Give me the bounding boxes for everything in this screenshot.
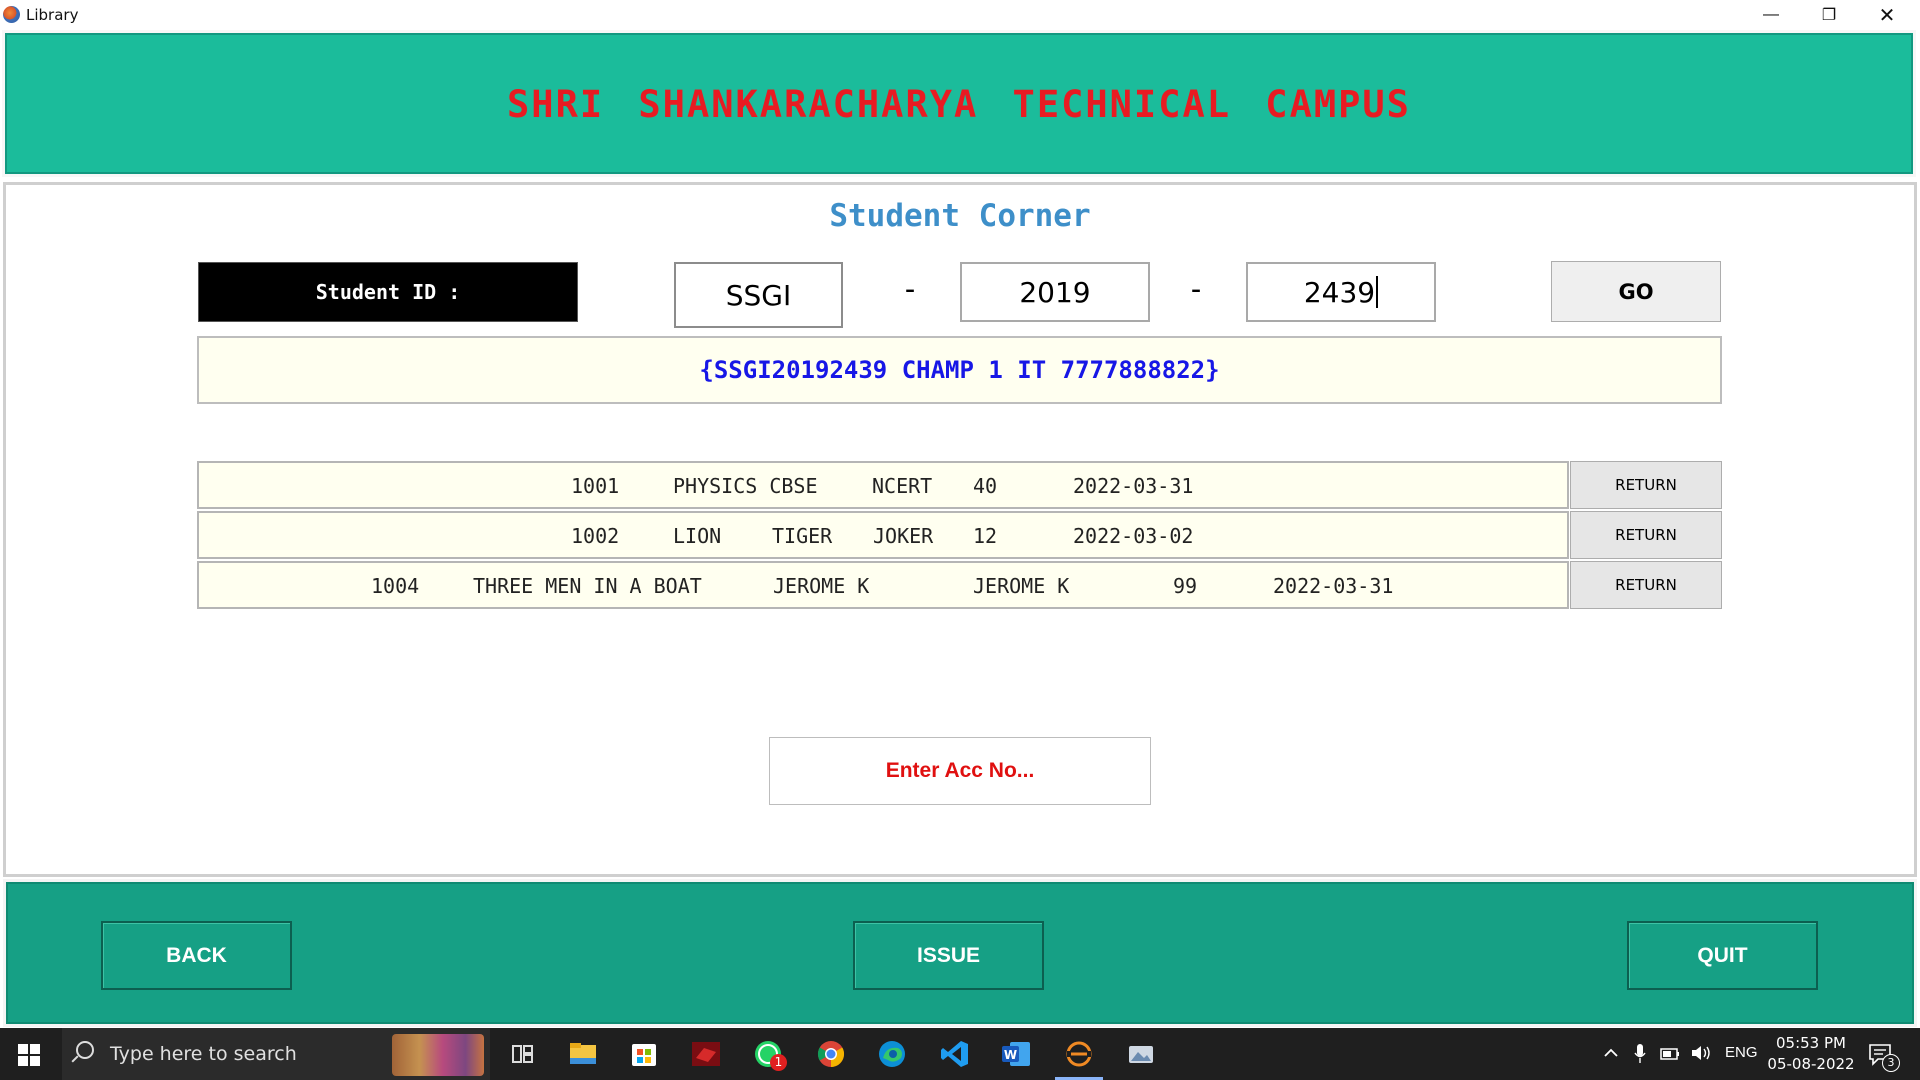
return-button[interactable]: RETURN [1570,461,1722,509]
windows-start-icon[interactable] [18,1044,40,1066]
search-icon [76,1041,94,1059]
book-publisher: JEROME K [973,574,1070,598]
book-title: LION [673,524,722,548]
file-explorer-icon[interactable] [567,1038,599,1070]
issue-button[interactable]: ISSUE [853,921,1044,990]
issued-book-row: 1002 LION TIGER JOKER 12 2022-03-02 [197,511,1569,559]
student-id-label: Student ID : [198,262,578,322]
id-prefix-field[interactable]: SSGI [674,262,843,328]
microphone-icon[interactable] [1632,1042,1648,1070]
return-button[interactable]: RETURN [1570,561,1722,609]
close-button[interactable]: ✕ [1858,0,1916,30]
taskbar-clock[interactable]: 05:53 PM 05-08-2022 [1762,1033,1860,1075]
campus-title: SHRI SHANKARACHARYA TECHNICAL CAMPUS [507,83,1411,126]
volume-icon[interactable] [1689,1042,1713,1068]
issued-book-row: 1001 PHYSICS CBSE NCERT 40 2022-03-31 [197,461,1569,509]
issued-book-row: 1004 THREE MEN IN A BOAT JEROME K JEROME… [197,561,1569,609]
clock-time: 05:53 PM [1776,1034,1846,1052]
svg-text:W: W [1004,1048,1017,1062]
id-separator: - [901,272,920,307]
vscode-icon[interactable] [939,1038,971,1070]
chevron-up-icon[interactable] [1602,1042,1620,1068]
search-placeholder: Type here to search [110,1043,297,1065]
go-button[interactable]: GO [1551,261,1721,322]
whatsapp-badge: 1 [770,1054,787,1071]
window-titlebar: Library — ❐ ✕ [0,0,1920,30]
book-date: 2022-03-31 [1073,474,1194,498]
book-author: JEROME K [773,574,870,598]
photos-icon[interactable] [1125,1038,1157,1070]
return-button[interactable]: RETURN [1570,511,1722,559]
edge-icon[interactable] [876,1038,908,1070]
whatsapp-icon[interactable]: 1 [752,1038,787,1071]
header-banner: SHRI SHANKARACHARYA TECHNICAL CAMPUS [2,30,1916,177]
window-title: Library [26,6,79,24]
section-title: Student Corner [829,198,1091,234]
book-date: 2022-03-02 [1073,524,1194,548]
app-icon [3,6,20,23]
notification-icon[interactable]: 3 [1866,1040,1900,1074]
taskbar-search[interactable]: Type here to search [62,1028,490,1080]
book-price: 99 [1173,574,1198,598]
quit-button[interactable]: QUIT [1627,921,1818,990]
language-indicator[interactable]: ENG [1725,1044,1758,1061]
clock-date: 05-08-2022 [1767,1055,1855,1073]
book-publisher: JOKER [873,524,934,548]
ms-store-icon[interactable] [628,1038,660,1070]
notification-count: 3 [1882,1054,1900,1072]
id-year-field[interactable]: 2019 [960,262,1150,322]
id-separator: - [1187,272,1206,307]
text-caret [1376,276,1379,308]
windows-taskbar: Type here to search 1 W ENG 05:53 PM 05-… [0,1028,1920,1080]
book-title: PHYSICS CBSE [673,474,818,498]
id-number-field[interactable]: 2439 [1246,262,1436,322]
book-date: 2022-03-31 [1273,574,1394,598]
chrome-icon[interactable] [815,1038,847,1070]
book-price: 12 [973,524,998,548]
library-app-icon[interactable] [1055,1038,1103,1080]
app-red-icon[interactable] [690,1038,722,1070]
battery-icon[interactable] [1658,1043,1682,1069]
book-acc-no: 1001 [571,474,620,498]
book-author: NCERT [872,474,933,498]
student-info-display: {SSGI20192439 CHAMP 1 IT 7777888822} [197,336,1722,404]
back-button[interactable]: BACK [101,921,292,990]
acc-no-input[interactable]: Enter Acc No... [769,737,1151,805]
maximize-button[interactable]: ❐ [1800,0,1858,30]
search-highlight-image [392,1034,484,1076]
minimize-button[interactable]: — [1742,0,1800,30]
book-acc-no: 1004 [371,574,420,598]
book-acc-no: 1002 [571,524,620,548]
book-author: TIGER [772,524,833,548]
book-price: 40 [973,474,998,498]
task-view-icon[interactable] [506,1038,538,1070]
id-number-value: 2439 [1303,275,1376,309]
word-icon[interactable]: W [1000,1038,1032,1070]
book-title: THREE MEN IN A BOAT [473,574,702,598]
